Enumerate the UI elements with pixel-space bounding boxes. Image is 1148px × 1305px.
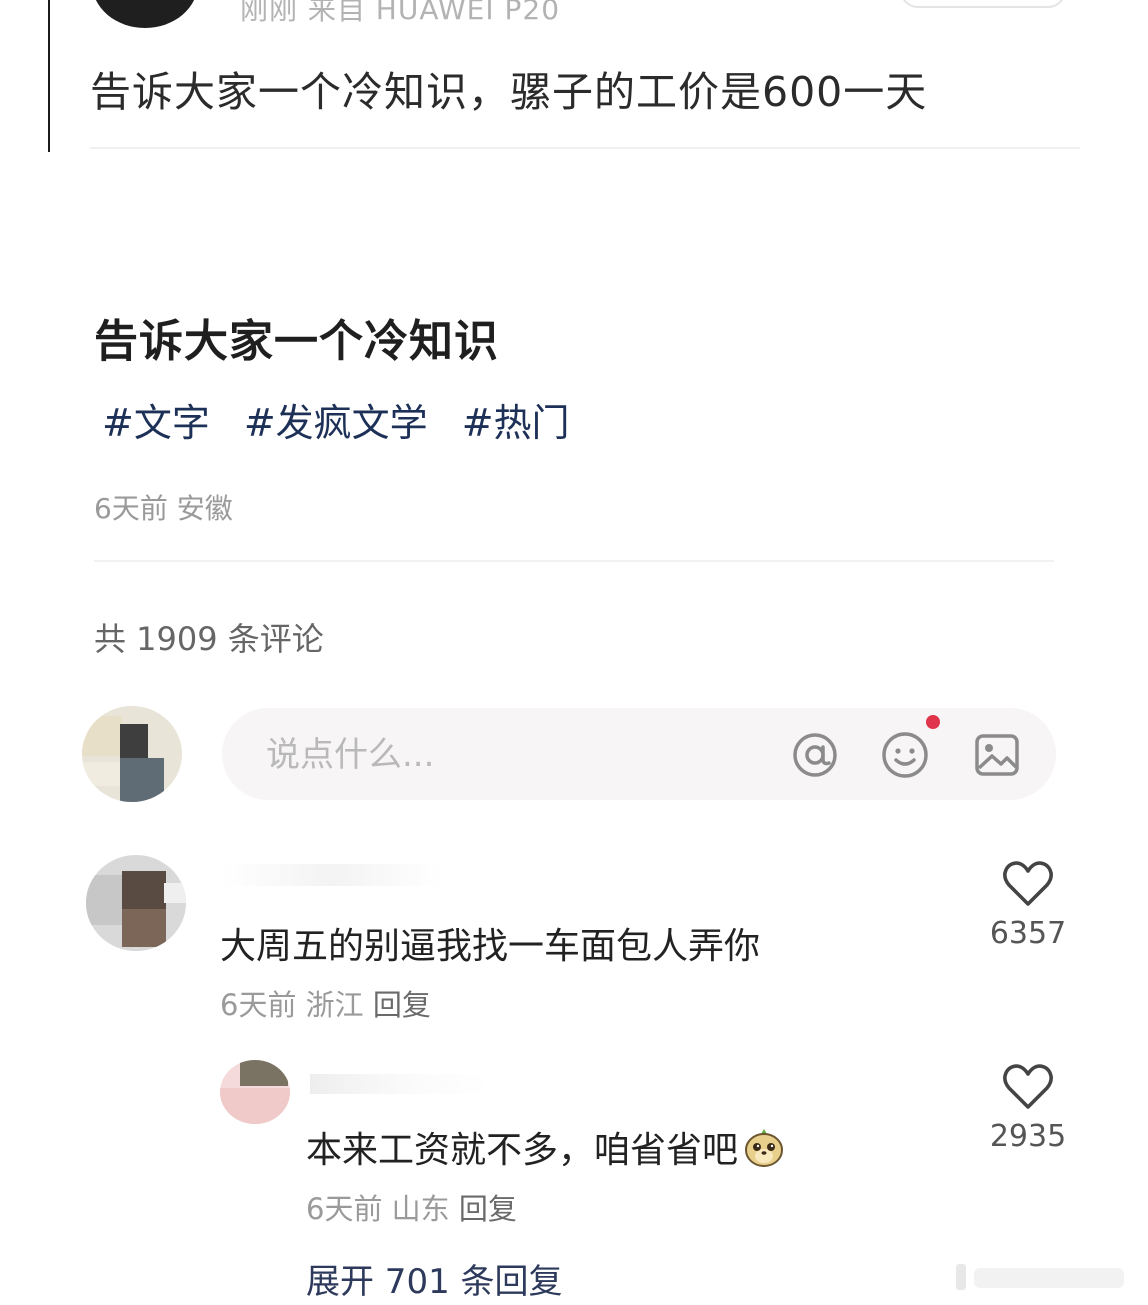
commenter-name-redacted [310, 1074, 490, 1094]
divider [94, 560, 1054, 562]
watermark-logo [956, 1264, 1124, 1290]
comment-text: 大周五的别逼我找一车面包人弄你 [220, 926, 761, 967]
emoji-icon[interactable] [880, 730, 930, 780]
comment-box[interactable] [222, 708, 1056, 802]
comment-time: 6天前 [306, 1192, 383, 1226]
comment-meta: 6天前 浙江 回复 [220, 982, 431, 1024]
heart-icon[interactable] [1002, 860, 1054, 908]
reply-button[interactable]: 回复 [373, 988, 431, 1022]
post-meta: 6天前 安徽 [94, 492, 233, 525]
divider [90, 147, 1080, 149]
meerkat-emoji-icon [745, 1129, 784, 1167]
post-source-meta: 刚刚 来自 HUAWEI P20 [240, 0, 561, 26]
comment-input[interactable] [264, 708, 748, 802]
quote-bar [48, 0, 50, 152]
quoted-post-text: 告诉大家一个冷知识，骡子的工价是600一天 [90, 68, 928, 116]
like-button[interactable]: 6357 [978, 860, 1078, 951]
expand-replies-link[interactable]: 展开 701 条回复 [306, 1254, 563, 1303]
reply-button[interactable]: 回复 [459, 1192, 517, 1226]
notification-dot [926, 715, 940, 729]
follow-button[interactable] [900, 0, 1066, 8]
comment-location: 浙江 [305, 988, 364, 1022]
post-title: 告诉大家一个冷知识 [94, 316, 499, 367]
commenter-name-redacted [222, 864, 442, 886]
like-count: 2935 [989, 1119, 1067, 1154]
tag-link[interactable]: #文字 [102, 392, 210, 447]
like-count: 6357 [989, 916, 1067, 951]
comment-meta: 6天前 山东 回复 [306, 1186, 517, 1228]
at-icon[interactable] [790, 730, 840, 780]
my-avatar[interactable] [82, 706, 182, 802]
commenter-avatar[interactable] [220, 1060, 290, 1124]
tag-list: #文字 #发疯文学 #热门 [102, 392, 570, 447]
tag-link[interactable]: #热门 [462, 392, 570, 447]
comment-count: 共 1909 条评论 [94, 620, 324, 658]
avatar[interactable] [92, 0, 198, 28]
tag-link[interactable]: #发疯文学 [244, 392, 428, 447]
heart-icon[interactable] [1002, 1063, 1054, 1111]
comment-text: 本来工资就不多，咱省省吧 [306, 1121, 786, 1173]
commenter-avatar[interactable] [86, 855, 186, 951]
like-button[interactable]: 2935 [978, 1063, 1078, 1154]
comment-time: 6天前 [220, 988, 297, 1022]
comment-text-body: 本来工资就不多，咱省省吧 [306, 1130, 739, 1171]
image-icon[interactable] [972, 730, 1022, 780]
comment-location: 山东 [391, 1192, 450, 1226]
